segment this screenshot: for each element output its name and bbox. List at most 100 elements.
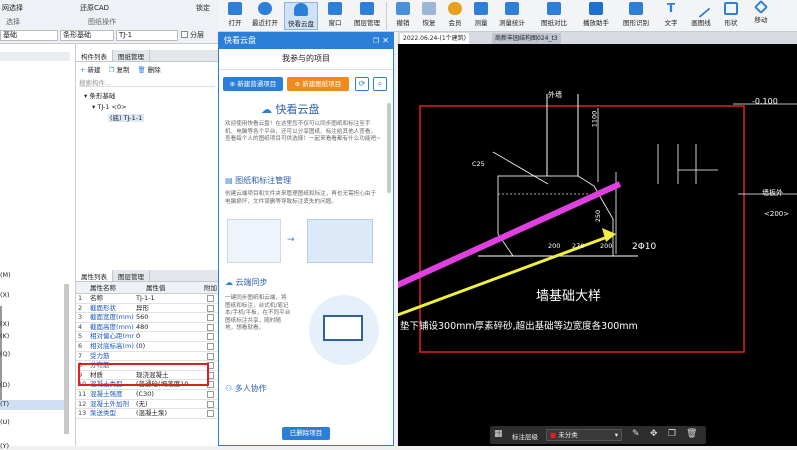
property-row[interactable]: 1 名称 TJ-1-1: [76, 294, 218, 304]
left-strip-scroll-thumb[interactable]: [64, 284, 69, 434]
property-value[interactable]: (C30): [136, 390, 204, 400]
property-checkbox[interactable]: [207, 304, 214, 312]
property-row[interactable]: 4 截面高度(mm) 480: [76, 323, 218, 333]
strip-item-5[interactable]: (Q): [0, 350, 10, 358]
property-checkbox[interactable]: [207, 352, 214, 360]
property-value[interactable]: 560: [136, 313, 204, 323]
property-value[interactable]: (0): [136, 342, 204, 352]
layer-checkbox[interactable]: [181, 31, 188, 38]
property-checkbox[interactable]: [207, 400, 214, 408]
shape-recognize-button[interactable]: 图形识别: [618, 2, 654, 30]
compare-button[interactable]: 图纸对比: [536, 2, 572, 30]
tree-node-tj1[interactable]: ▾ TJ-1 <0>: [78, 102, 216, 113]
shape-button[interactable]: 形状: [716, 2, 746, 30]
management-illustration: →: [227, 217, 377, 267]
layer-select[interactable]: ■ 未分类 ▾: [546, 429, 622, 441]
component-dropdown[interactable]: TJ-1: [116, 30, 178, 41]
property-name: 相对底标高(m): [90, 342, 134, 350]
new-normal-project-button[interactable]: ⊕ 新建普通项目: [223, 77, 283, 91]
edit-icon[interactable]: ✎: [632, 429, 640, 439]
play-assistant-button[interactable]: 播放助手: [578, 2, 614, 30]
label-dim-200a: 200: [548, 242, 561, 250]
intro-scroll-area[interactable]: ☁ 快看云盘 欢迎使用快看云盘！在这里您不仅可以同步图纸和标注至手机、电脑等各个…: [219, 99, 385, 445]
tab-component-list[interactable]: 构件列表: [76, 50, 113, 61]
property-checkbox[interactable]: [207, 314, 214, 322]
property-checkbox[interactable]: [207, 333, 214, 341]
strip-item-3[interactable]: (X): [0, 320, 10, 328]
recent-button[interactable]: 最近打开: [250, 2, 280, 30]
restore-icon[interactable]: ❐: [373, 33, 379, 49]
drawing-tab-2[interactable]: 商新丰园结构图024_t3: [492, 33, 561, 44]
strip-item-8[interactable]: (U): [0, 418, 10, 426]
floor-dropdown[interactable]: 基础: [0, 30, 58, 41]
property-checkbox[interactable]: [207, 391, 214, 398]
cloud-disk-button[interactable]: 快看云盘: [284, 2, 318, 30]
tab-properties[interactable]: 属性列表: [76, 270, 113, 281]
component-search-input[interactable]: 搜索构件...: [79, 77, 215, 87]
property-row[interactable]: 5 相对偏心距(mm)0: [76, 332, 218, 342]
strip-item-2[interactable]: (X): [0, 291, 10, 299]
property-row[interactable]: 7 受力筋: [76, 352, 218, 362]
strip-item-9[interactable]: (Y): [0, 442, 9, 450]
strip-item-4[interactable]: (K): [0, 332, 9, 340]
strip-item-1[interactable]: (M): [0, 271, 11, 279]
tree-node-tj1-1[interactable]: (底) TJ-1-1: [78, 113, 216, 124]
copy-icon[interactable]: ❐: [668, 429, 676, 439]
layer-manage-button[interactable]: 图层管理: [352, 2, 382, 30]
property-row[interactable]: 11 混凝土强度 (C30): [76, 390, 218, 400]
property-row[interactable]: 13 泵送类型 (混凝土泵): [76, 409, 218, 419]
vip-icon: [448, 2, 462, 15]
property-value[interactable]: (混凝土泵): [136, 409, 204, 419]
ribbon-divider: [386, 2, 387, 30]
deleted-projects-button[interactable]: 已删除项目: [282, 427, 330, 440]
compare-icon: [547, 2, 561, 15]
open-button[interactable]: 打开: [220, 2, 250, 30]
property-index: 11: [78, 390, 87, 398]
property-name: 受力筋: [90, 351, 110, 360]
property-value[interactable]: TJ-1-1: [136, 294, 204, 304]
search-button[interactable]: ⌕: [373, 77, 387, 91]
measure-button[interactable]: 测量: [466, 2, 496, 30]
text-button[interactable]: T 文字: [656, 2, 686, 30]
property-row[interactable]: 12 混凝土外加剂 (无): [76, 400, 218, 410]
copy-component-button[interactable]: ❐ 复制: [109, 64, 130, 74]
tab-drawing-manage[interactable]: 图纸管理: [113, 50, 150, 61]
property-checkbox[interactable]: [207, 295, 214, 302]
sync-button[interactable]: ⟳: [355, 77, 369, 91]
property-checkbox[interactable]: [207, 323, 214, 331]
property-value[interactable]: 异形: [136, 304, 204, 314]
measure-stats-button[interactable]: 测量统计: [494, 2, 530, 30]
move-button[interactable]: 移动: [746, 0, 776, 30]
property-value[interactable]: 480: [136, 323, 204, 333]
tree-node-strip-foundation[interactable]: ▾ 条形基础: [78, 91, 216, 102]
window-icon: [328, 2, 342, 15]
restore-cad-button[interactable]: 还原CAD: [80, 3, 109, 13]
property-value[interactable]: 0: [136, 332, 204, 342]
property-row[interactable]: 2 截面形状 异形: [76, 304, 218, 314]
new-component-button[interactable]: + 新建: [80, 64, 101, 74]
draw-line-button[interactable]: 画图线: [686, 0, 716, 30]
lock-button[interactable]: 锁定: [196, 3, 210, 13]
strip-item-7[interactable]: (T): [0, 400, 64, 410]
plus-icon: +: [80, 66, 86, 74]
new-drawing-project-button[interactable]: ⊕ 新建图纸项目: [287, 77, 349, 91]
property-row[interactable]: 6 相对底标高(m) (0): [76, 342, 218, 352]
strip-item-6[interactable]: (D): [0, 381, 10, 389]
drawing-tab-1[interactable]: 2022.06.24-(1个建筑): [400, 33, 470, 44]
dialog-scrollbar[interactable]: [387, 103, 391, 193]
type-dropdown[interactable]: 条形基础: [60, 30, 114, 41]
property-checkbox[interactable]: [207, 410, 214, 418]
play-assistant-label: 播放助手: [583, 19, 609, 27]
property-value[interactable]: (无): [136, 400, 204, 410]
property-index: 13: [78, 409, 87, 418]
close-icon[interactable]: ✕: [382, 33, 389, 49]
property-checkbox[interactable]: [207, 343, 214, 350]
select-menu[interactable]: 网选择: [2, 3, 23, 13]
grid-icon[interactable]: ▦: [494, 429, 503, 439]
move-icon[interactable]: ✥: [650, 429, 658, 439]
tab-layer-manage[interactable]: 图层管理: [113, 270, 150, 281]
delete-icon[interactable]: 🗑: [686, 429, 697, 439]
property-row[interactable]: 3 截面宽度(mm) 560: [76, 313, 218, 323]
window-button[interactable]: 窗口: [320, 2, 350, 30]
delete-component-button[interactable]: 🗑 删除: [137, 64, 160, 74]
